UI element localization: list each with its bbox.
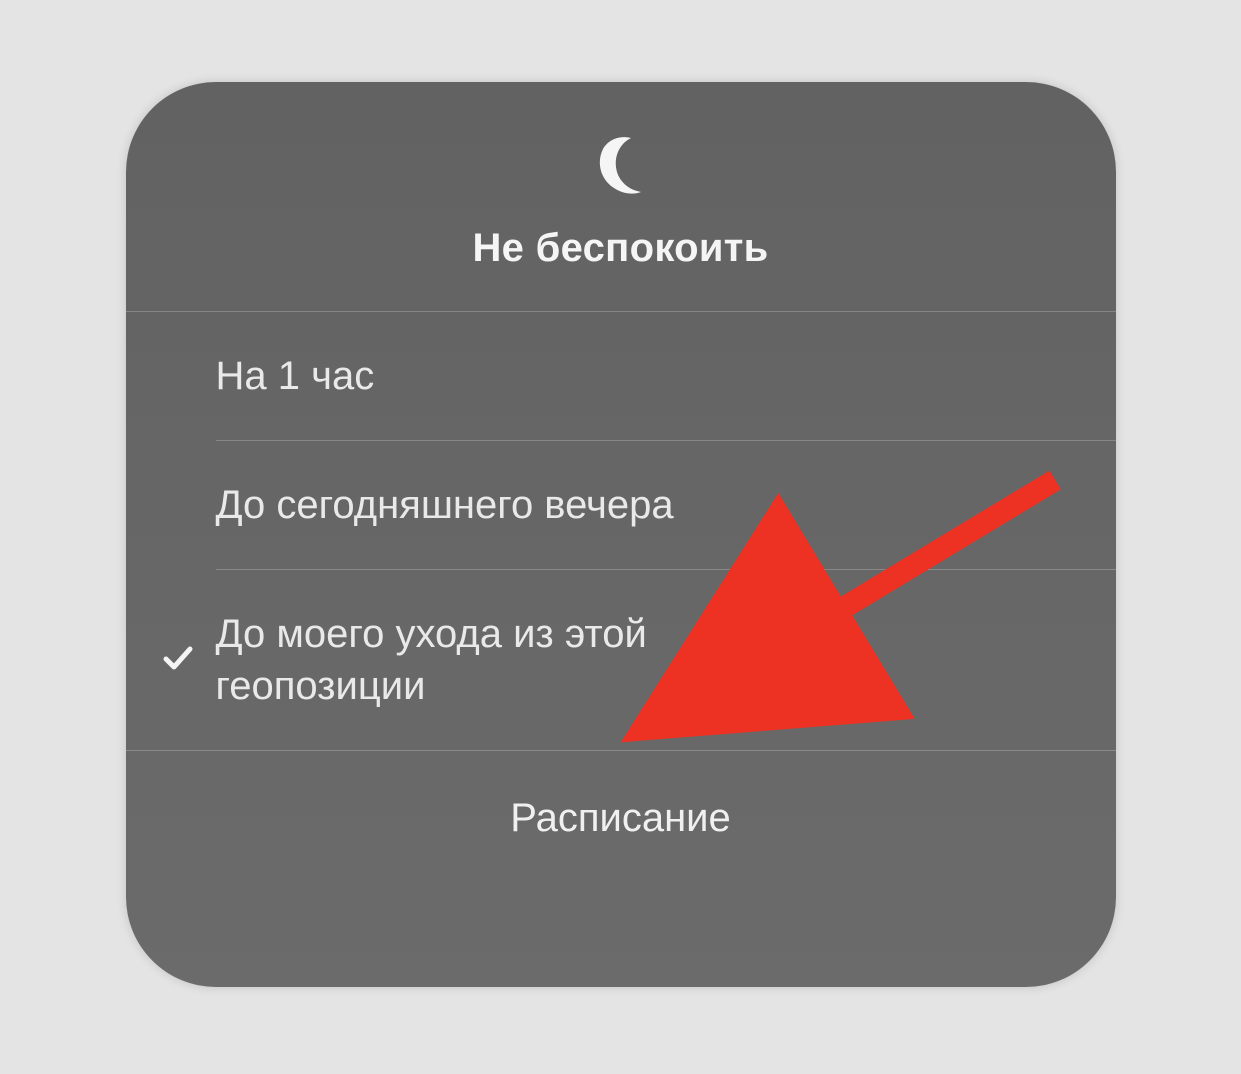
option-until-evening[interactable]: До сегодняшнего вечера [126,441,1116,569]
panel-title: Не беспокоить [472,226,768,271]
panel-footer: Расписание [126,751,1116,881]
schedule-link[interactable]: Расписание [510,796,731,841]
check-slot [158,641,198,680]
option-label: До сегодняшнего вечера [216,479,674,531]
option-until-leave-location[interactable]: До моего ухода из этой геопозиции [126,570,1116,750]
do-not-disturb-panel: Не беспокоить На 1 час До сегодняшнего в… [126,82,1116,987]
panel-header: Не беспокоить [126,82,1116,311]
moon-icon [589,132,653,201]
option-label: На 1 час [216,350,375,402]
checkmark-icon [161,641,195,680]
option-one-hour[interactable]: На 1 час [126,312,1116,440]
option-label: До моего ухода из этой геопозиции [216,608,776,712]
